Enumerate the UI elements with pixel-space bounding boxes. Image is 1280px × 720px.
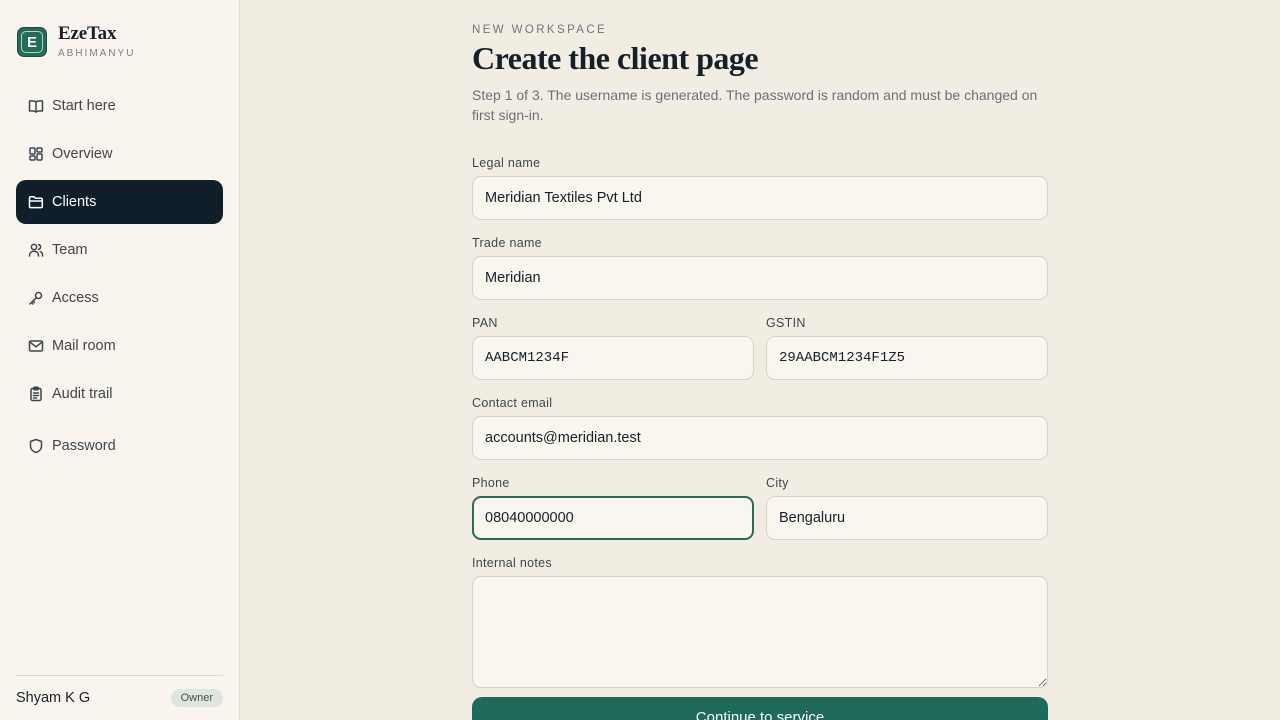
- sidebar-item-label: Mail room: [52, 338, 116, 354]
- sidebar-item-start-here[interactable]: Start here: [16, 84, 223, 128]
- sidebar: E EzeTax ABHIMANYU Start here Overview C…: [0, 0, 240, 720]
- brand-name: EzeTax: [58, 23, 117, 44]
- shield-icon: [28, 438, 44, 454]
- contact-email-input[interactable]: [472, 416, 1048, 460]
- internal-notes-group: Internal notes: [472, 555, 1048, 688]
- gstin-label: GSTIN: [766, 316, 806, 330]
- pan-group: PAN: [472, 315, 754, 380]
- user-name: Shyam K G: [16, 690, 91, 706]
- page-eyebrow: NEW WORKSPACE: [472, 24, 608, 36]
- trade-name-group: Trade name: [472, 235, 1048, 300]
- continue-button[interactable]: Continue to service: [472, 697, 1048, 720]
- city-input[interactable]: [766, 496, 1048, 540]
- brand-text: EzeTax ABHIMANYU: [58, 24, 135, 60]
- clipboard-icon: [28, 386, 44, 402]
- trade-name-label: Trade name: [472, 236, 542, 250]
- sidebar-nav: Start here Overview Clients Team Access: [16, 84, 223, 472]
- folder-icon: [28, 194, 44, 210]
- sidebar-item-label: Team: [52, 242, 88, 258]
- phone-input[interactable]: [472, 496, 754, 540]
- brand-subtitle: ABHIMANYU: [58, 48, 136, 59]
- sidebar-item-password[interactable]: Password: [16, 424, 223, 468]
- contact-email-label: Contact email: [472, 396, 553, 410]
- key-icon: [28, 290, 44, 306]
- trade-name-input[interactable]: [472, 256, 1048, 300]
- mail-icon: [28, 338, 44, 354]
- phone-group: Phone: [472, 475, 754, 540]
- pan-input[interactable]: [472, 336, 754, 380]
- legal-name-input[interactable]: [472, 176, 1048, 220]
- brand[interactable]: E EzeTax ABHIMANYU: [17, 24, 135, 60]
- gstin-group: GSTIN: [766, 315, 1048, 380]
- legal-name-group: Legal name: [472, 155, 1048, 220]
- role-badge: Owner: [170, 689, 223, 707]
- sidebar-item-mail-room[interactable]: Mail room: [16, 324, 223, 368]
- sidebar-item-label: Start here: [52, 98, 116, 114]
- gstin-input[interactable]: [766, 336, 1048, 380]
- contact-email-group: Contact email: [472, 395, 1048, 460]
- sidebar-item-label: Overview: [52, 146, 113, 162]
- grid-icon: [28, 146, 44, 162]
- brand-logo-icon: E: [17, 27, 47, 57]
- internal-notes-textarea[interactable]: [472, 576, 1048, 688]
- sidebar-item-label: Audit trail: [52, 386, 113, 402]
- sidebar-item-label: Clients: [52, 194, 97, 210]
- brand-logo-letter: E: [21, 31, 43, 53]
- sidebar-footer: Shyam K G Owner: [16, 675, 223, 720]
- sidebar-item-audit-trail[interactable]: Audit trail: [16, 372, 223, 416]
- pan-label: PAN: [472, 316, 498, 330]
- sidebar-item-label: Password: [52, 438, 116, 454]
- page-subtitle: Step 1 of 3. The username is generated. …: [472, 87, 1038, 123]
- sidebar-item-access[interactable]: Access: [16, 276, 223, 320]
- internal-notes-label: Internal notes: [472, 556, 552, 570]
- sidebar-item-overview[interactable]: Overview: [16, 132, 223, 176]
- book-icon: [28, 98, 44, 114]
- sidebar-item-team[interactable]: Team: [16, 228, 223, 272]
- users-icon: [28, 242, 44, 258]
- legal-name-label: Legal name: [472, 156, 541, 170]
- sidebar-item-label: Access: [52, 290, 99, 306]
- sidebar-item-clients[interactable]: Clients: [16, 180, 223, 224]
- phone-label: Phone: [472, 476, 510, 490]
- page-title: Create the client page: [472, 40, 759, 76]
- city-group: City: [766, 475, 1048, 540]
- city-label: City: [766, 476, 789, 490]
